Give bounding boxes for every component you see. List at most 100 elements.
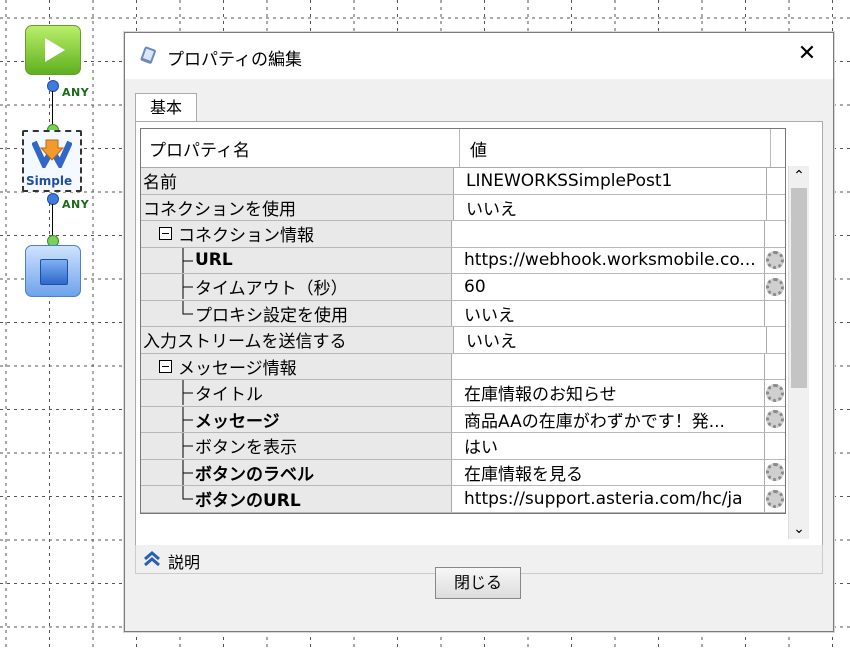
- property-action-cell[interactable]: [765, 248, 785, 274]
- property-value-cell[interactable]: 在庫情報のお知らせ: [452, 380, 765, 406]
- property-name-label: メッセージ: [195, 411, 280, 432]
- property-name-label: タイムアウト（秒）: [195, 279, 348, 300]
- gear-icon[interactable]: [766, 410, 784, 429]
- property-name-cell: URL: [141, 247, 452, 273]
- property-name-cell: 入力ストリームを送信する: [141, 327, 454, 353]
- property-value-cell[interactable]: 商品AAの在庫がわずかです！発...: [452, 406, 765, 432]
- double-chevron-up-icon[interactable]: [142, 549, 162, 569]
- property-value-cell[interactable]: いいえ: [454, 327, 767, 353]
- connector-line[interactable]: [52, 91, 53, 127]
- table-header: プロパティ名 値: [141, 129, 785, 168]
- property-value-cell[interactable]: 60: [452, 274, 765, 300]
- property-name-label: ボタンのラベル: [195, 464, 314, 485]
- property-value-cell[interactable]: 在庫情報を見る: [452, 459, 765, 485]
- property-action-cell: [765, 221, 785, 247]
- tree-branch-icon: [182, 459, 193, 485]
- property-name-cell: ボタンのURL: [141, 486, 452, 512]
- start-node[interactable]: [25, 25, 81, 75]
- property-name-cell: タイトル: [141, 380, 452, 406]
- property-name-label: URL: [195, 250, 233, 271]
- property-action-cell[interactable]: [765, 460, 785, 486]
- property-name-label: コネクションを使用: [143, 199, 296, 220]
- property-action-cell[interactable]: [765, 486, 785, 512]
- close-button[interactable]: 閉じる: [435, 567, 521, 599]
- property-name-cell: メッセージ情報: [141, 353, 452, 379]
- property-name-label: ボタンを表示: [195, 438, 297, 459]
- property-action-cell[interactable]: [765, 407, 785, 433]
- property-action-cell[interactable]: [765, 274, 785, 300]
- end-node[interactable]: [25, 245, 81, 297]
- property-name-label: 名前: [143, 173, 177, 194]
- description-label: 説明: [168, 553, 201, 572]
- tree-branch-icon: [182, 406, 193, 432]
- collapse-icon[interactable]: [159, 359, 172, 373]
- gear-icon[interactable]: [766, 463, 784, 482]
- app-icon: [140, 46, 156, 64]
- property-value-cell[interactable]: https://support.asteria.com/hc/ja: [452, 486, 765, 512]
- table-row[interactable]: タイトル 在庫情報のお知らせ: [141, 380, 785, 407]
- tree-branch-icon: [182, 247, 193, 273]
- table-row[interactable]: ボタンのラベル 在庫情報を見る: [141, 459, 785, 486]
- vertical-scrollbar[interactable]: ⌃ ⌄: [788, 166, 809, 539]
- property-action-cell[interactable]: [765, 380, 785, 406]
- property-value-cell[interactable]: いいえ: [452, 300, 765, 326]
- lineworks-simple-post-node[interactable]: Simple: [22, 130, 82, 192]
- scroll-down-icon[interactable]: ⌄: [789, 519, 809, 539]
- table-row[interactable]: コネクション情報: [141, 221, 785, 248]
- property-action-cell: [767, 327, 785, 353]
- collapse-icon[interactable]: [159, 227, 172, 241]
- property-name-cell: タイムアウト（秒）: [141, 274, 452, 300]
- table-row[interactable]: タイムアウト（秒） 60: [141, 274, 785, 301]
- scroll-thumb[interactable]: [791, 188, 807, 388]
- connector-line[interactable]: [52, 204, 53, 238]
- property-table: プロパティ名 値 名前 LINEWORKSSimplePost1 コネクションを使用…: [140, 128, 786, 514]
- property-value-cell[interactable]: [452, 353, 765, 379]
- property-action-cell: [765, 354, 785, 380]
- output-port[interactable]: [47, 193, 59, 205]
- tree-branch-icon: [182, 486, 193, 500]
- table-row[interactable]: メッセージ 商品AAの在庫がわずかです！発...: [141, 406, 785, 433]
- property-action-cell: [767, 195, 785, 221]
- gear-icon[interactable]: [766, 251, 784, 270]
- output-port[interactable]: [47, 80, 59, 92]
- close-icon[interactable]: ✕: [795, 41, 819, 66]
- property-name-label: 入力ストリームを送信する: [143, 332, 347, 353]
- property-name-cell: ボタンを表示: [141, 433, 452, 459]
- property-name-cell: コネクション情報: [141, 221, 452, 247]
- property-name-cell: メッセージ: [141, 406, 452, 432]
- table-row[interactable]: 入力ストリームを送信する いいえ: [141, 327, 785, 354]
- property-name-cell: コネクションを使用: [141, 194, 454, 220]
- table-row[interactable]: URL https://webhook.worksmobile.co...: [141, 247, 785, 274]
- table-row[interactable]: ボタンを表示 はい: [141, 433, 785, 460]
- connector-label-any: ANY: [62, 86, 90, 99]
- property-value-cell[interactable]: LINEWORKSSimplePost1: [454, 168, 767, 194]
- property-value-cell[interactable]: いいえ: [454, 194, 767, 220]
- table-row[interactable]: メッセージ情報: [141, 353, 785, 380]
- property-name-cell: 名前: [141, 168, 454, 194]
- column-header-name: プロパティ名: [141, 129, 460, 167]
- dialog-title: プロパティの編集: [167, 50, 302, 70]
- property-name-label: コネクション情報: [178, 226, 314, 247]
- node-label: Simple: [26, 174, 73, 188]
- scroll-up-icon[interactable]: ⌃: [789, 166, 809, 186]
- property-value-cell[interactable]: https://webhook.worksmobile.co...: [452, 247, 765, 273]
- dialog-titlebar[interactable]: プロパティの編集 ✕: [125, 33, 833, 79]
- property-name-label: ボタンのURL: [195, 491, 301, 512]
- column-header-value: 値: [460, 129, 771, 167]
- table-row[interactable]: 名前 LINEWORKSSimplePost1: [141, 168, 785, 195]
- table-row[interactable]: プロキシ設定を使用 いいえ: [141, 300, 785, 327]
- property-action-cell: [765, 433, 785, 459]
- gear-icon[interactable]: [766, 489, 784, 508]
- table-row[interactable]: コネクションを使用 いいえ: [141, 194, 785, 221]
- property-value-cell[interactable]: はい: [452, 433, 765, 459]
- gear-icon[interactable]: [766, 277, 784, 296]
- property-value-cell[interactable]: [452, 221, 765, 247]
- tree-branch-icon: [182, 300, 193, 315]
- play-icon: [45, 38, 65, 62]
- table-row[interactable]: ボタンのURL https://support.asteria.com/hc/ja: [141, 486, 785, 513]
- property-name-label: タイトル: [195, 385, 263, 406]
- tree-branch-icon: [182, 433, 193, 459]
- gear-icon[interactable]: [766, 383, 784, 402]
- stop-icon: [40, 259, 68, 285]
- tab-basic[interactable]: 基本: [135, 93, 197, 122]
